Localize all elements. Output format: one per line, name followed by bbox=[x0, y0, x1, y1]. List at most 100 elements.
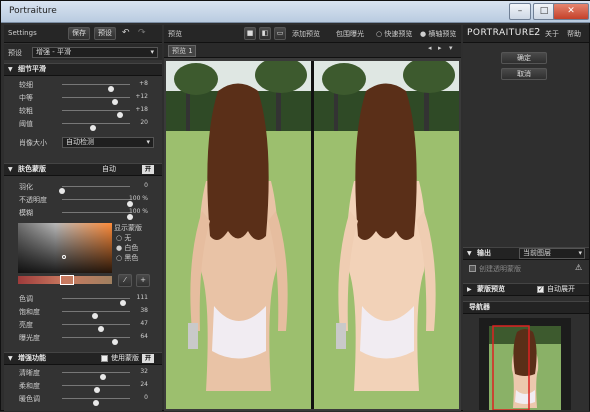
quick-preview-radio[interactable]: ○ 快速预览 bbox=[376, 29, 412, 39]
chevron-right-icon[interactable]: ▸ bbox=[438, 44, 442, 52]
use-mask-checkbox[interactable] bbox=[101, 355, 108, 362]
slider-value[interactable]: 0 bbox=[144, 182, 148, 189]
hue-range-handle[interactable] bbox=[60, 275, 74, 285]
auto-expand-checkbox[interactable]: ✓ bbox=[537, 286, 544, 293]
help-link[interactable]: 帮助 bbox=[567, 29, 581, 39]
single-view-icon[interactable]: ■ bbox=[244, 27, 256, 40]
navigator-view[interactable] bbox=[479, 318, 571, 411]
slider-value[interactable]: 20 bbox=[140, 119, 148, 126]
slider-handle[interactable] bbox=[112, 339, 119, 345]
color-picker-marker[interactable] bbox=[62, 255, 66, 259]
cancel-button[interactable]: 取消 bbox=[501, 68, 547, 80]
slider-track[interactable] bbox=[62, 324, 130, 332]
show-mask-option[interactable]: ● 白色 bbox=[116, 243, 138, 253]
eyedropper-plus-icon[interactable]: + bbox=[136, 274, 150, 287]
slider-value[interactable]: 32 bbox=[140, 368, 148, 375]
ok-button[interactable]: 确定 bbox=[501, 52, 547, 64]
preset-dropdown[interactable]: 增强 - 平滑 ▾ bbox=[32, 47, 158, 58]
slider-track[interactable] bbox=[62, 372, 130, 380]
slider-value[interactable]: 100 % bbox=[129, 195, 148, 202]
mask-preview-title: 蒙版预览 bbox=[477, 285, 505, 293]
color-picker-field[interactable] bbox=[18, 223, 112, 273]
slider-track[interactable] bbox=[62, 212, 133, 220]
slider-track[interactable] bbox=[62, 398, 130, 406]
slider-track[interactable] bbox=[62, 110, 130, 118]
enhance-toggle[interactable]: 开 bbox=[142, 354, 154, 363]
slider-label: 模糊 bbox=[19, 209, 33, 217]
slider-value[interactable]: +12 bbox=[135, 93, 148, 100]
slider-row: 暖色调 0 bbox=[4, 393, 162, 406]
undo-icon[interactable]: ↶ bbox=[122, 28, 130, 38]
show-mask-option[interactable]: ○ 无 bbox=[116, 233, 131, 243]
slider-track[interactable] bbox=[62, 298, 130, 306]
slider-label: 色调 bbox=[19, 295, 33, 303]
chevron-left-icon[interactable]: ◂ bbox=[428, 44, 432, 52]
slider-value[interactable]: 100 % bbox=[129, 208, 148, 215]
eyedropper-icon[interactable]: ⁄ bbox=[118, 274, 132, 287]
slider-row: 不透明度 100 % bbox=[4, 194, 162, 207]
slider-label: 较粗 bbox=[19, 107, 33, 115]
slider-row: 饱和度 38 bbox=[4, 306, 162, 319]
output-section-header[interactable]: ▼ 输出 当前图层 ▾ bbox=[463, 247, 589, 260]
slider-track[interactable] bbox=[62, 199, 133, 207]
redo-icon[interactable]: ↷ bbox=[138, 28, 146, 38]
size-row: 肖像大小 自动检测 ▾ bbox=[4, 136, 162, 149]
close-button[interactable]: ✕ bbox=[553, 3, 589, 20]
tab-preview-1[interactable]: 预览 1 bbox=[168, 45, 196, 57]
brand-name: PORTRAITURE bbox=[467, 28, 535, 38]
split-h-view-icon[interactable]: ▭ bbox=[274, 27, 286, 40]
minimize-button[interactable]: – bbox=[509, 3, 531, 20]
split-preview-radio[interactable]: ● 横轴预览 bbox=[420, 29, 456, 39]
slider-value[interactable]: 24 bbox=[140, 381, 148, 388]
slider-value[interactable]: 111 bbox=[137, 294, 148, 301]
slider-handle[interactable] bbox=[89, 125, 96, 131]
enhance-section-header[interactable]: ▼ 增强功能 使用蒙版 开 bbox=[4, 352, 162, 365]
navigator-section-header: 导航器 bbox=[463, 301, 589, 314]
add-preview-button[interactable]: 添加预览 bbox=[292, 29, 320, 39]
slider-value[interactable]: 64 bbox=[140, 333, 148, 340]
about-link[interactable]: 关于 bbox=[545, 29, 559, 39]
save-button[interactable]: 保存 bbox=[68, 27, 90, 40]
collapse-triangle-icon: ▼ bbox=[467, 250, 472, 257]
chevron-down-icon[interactable]: ▾ bbox=[449, 44, 453, 52]
mask-mode[interactable]: 自动 bbox=[102, 164, 116, 175]
hue-strip[interactable] bbox=[18, 275, 112, 285]
brand-bar: PORTRAITURE 2 关于 帮助 bbox=[463, 25, 589, 43]
slider-value[interactable]: 38 bbox=[140, 307, 148, 314]
slider-label: 中等 bbox=[19, 94, 33, 102]
preview-image[interactable] bbox=[166, 61, 459, 409]
slider-value[interactable]: +8 bbox=[139, 80, 148, 87]
split-view-icon[interactable]: ◧ bbox=[259, 27, 271, 40]
retouched-pane bbox=[314, 61, 459, 409]
slider-track[interactable] bbox=[62, 385, 130, 393]
size-dropdown[interactable]: 自动检测 ▾ bbox=[62, 137, 154, 148]
preset-button[interactable]: 预设 bbox=[94, 27, 116, 40]
slider-track[interactable] bbox=[62, 337, 130, 345]
slider-track[interactable] bbox=[62, 97, 130, 105]
preset-row: 预设 增强 - 平滑 ▾ bbox=[4, 44, 162, 60]
preview-label: 预览 bbox=[168, 30, 182, 38]
create-layer-checkbox[interactable] bbox=[469, 265, 476, 272]
slider-label: 羽化 bbox=[19, 183, 33, 191]
chevron-down-icon: ▾ bbox=[150, 48, 154, 56]
output-dropdown[interactable]: 当前图层 ▾ bbox=[519, 248, 585, 259]
slider-row: 较粗 +18 bbox=[4, 105, 162, 118]
slider-handle[interactable] bbox=[93, 400, 99, 406]
slider-value[interactable]: 47 bbox=[140, 320, 148, 327]
window-title: Portraiture bbox=[9, 6, 57, 16]
bracket-button[interactable]: 包围曝光 bbox=[336, 29, 364, 39]
chevron-down-icon: ▾ bbox=[146, 138, 150, 146]
slider-track[interactable] bbox=[59, 186, 130, 194]
size-label: 肖像大小 bbox=[19, 139, 47, 147]
slider-track[interactable] bbox=[62, 123, 130, 131]
slider-track[interactable] bbox=[62, 311, 130, 319]
slider-track[interactable] bbox=[62, 84, 130, 92]
mask-section-header[interactable]: ▼ 肤色蒙版 自动 开 bbox=[4, 163, 162, 176]
mask-preview-section-header[interactable]: ▶ 蒙版预览 ✓ 自动展开 bbox=[463, 283, 589, 296]
slider-value[interactable]: 0 bbox=[144, 394, 148, 401]
maximize-button[interactable]: □ bbox=[533, 3, 555, 20]
detail-section-header[interactable]: ▼ 细节平滑 bbox=[4, 63, 162, 76]
show-mask-option[interactable]: ○ 黑色 bbox=[116, 253, 138, 263]
slider-value[interactable]: +18 bbox=[135, 106, 148, 113]
mask-toggle[interactable]: 开 bbox=[142, 165, 154, 174]
